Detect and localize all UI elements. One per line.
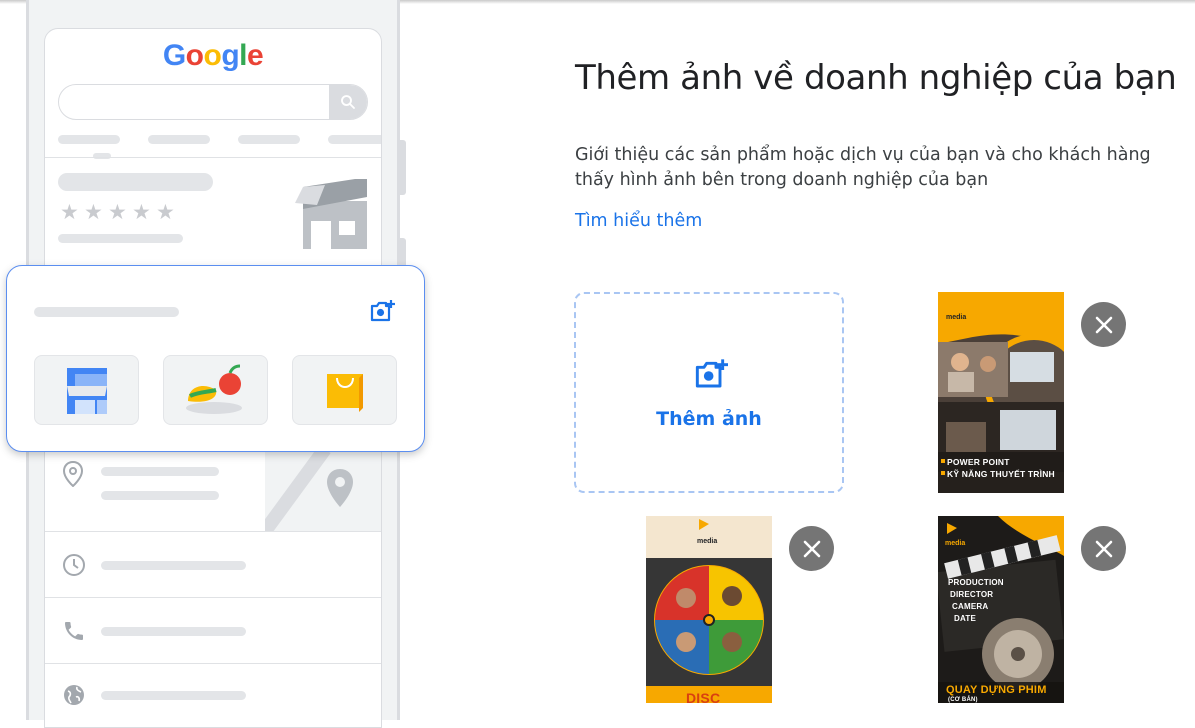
add-photo-button[interactable]: Thêm ảnh — [574, 292, 844, 493]
remove-photo-button[interactable] — [1081, 526, 1126, 571]
divider — [45, 597, 381, 598]
placeholder-bar — [101, 491, 219, 500]
add-photo-icon — [694, 358, 730, 395]
photo-card-illustration — [6, 265, 425, 452]
placeholder-bar — [58, 234, 183, 243]
shopping-bag-tile — [292, 355, 397, 425]
storefront-tile — [34, 355, 139, 425]
placeholder-bar — [238, 135, 300, 144]
close-icon — [1095, 316, 1112, 333]
divider — [45, 663, 381, 664]
food-tile — [163, 355, 268, 425]
star-icon: ★ — [132, 201, 151, 224]
placeholder-bar — [58, 173, 213, 191]
poster-caption: POWER POINT — [947, 457, 1010, 467]
placeholder-bar — [58, 135, 120, 144]
clock-icon — [62, 553, 86, 582]
mock-search-bar — [58, 84, 368, 120]
uploaded-photo[interactable]: media PRODUCTION DIRECTOR CAMERA DATE QU… — [938, 516, 1064, 703]
placeholder-bar — [101, 561, 246, 570]
page-description: Giới thiệu các sản phẩm hoặc dịch vụ của… — [575, 145, 1151, 190]
location-pin-icon — [62, 460, 84, 492]
remove-photo-button[interactable] — [1081, 302, 1126, 347]
star-icon: ★ — [156, 201, 175, 224]
close-icon — [1095, 540, 1112, 557]
poster-caption: DIRECTOR — [950, 590, 994, 599]
logo-letter: G — [162, 39, 186, 72]
search-icon — [329, 85, 367, 119]
uploaded-photo[interactable]: media DISC — [646, 516, 772, 703]
placeholder-bar — [101, 627, 246, 636]
map-pin-icon — [327, 469, 353, 507]
google-logo: Google — [45, 39, 381, 73]
divider — [45, 157, 381, 158]
uploaded-photo[interactable]: media POWER POINT KỸ NĂNG THUYẾT TRÌNH — [938, 292, 1064, 493]
learn-more-link[interactable]: Tìm hiểu thêm — [575, 211, 702, 231]
placeholder-bar — [101, 691, 246, 700]
poster-caption: QUAY DỰNG PHIM — [946, 684, 1047, 696]
globe-icon — [62, 683, 86, 712]
phone-side-button — [400, 140, 406, 195]
remove-photo-button[interactable] — [789, 526, 834, 571]
logo-letter: l — [239, 39, 247, 72]
poster-caption: DATE — [954, 614, 976, 623]
poster-brand: media — [945, 540, 966, 547]
close-icon — [803, 540, 820, 557]
storefront-icon — [295, 179, 371, 254]
map-thumbnail — [265, 449, 381, 531]
phone-icon — [62, 619, 86, 648]
placeholder-bar — [34, 307, 179, 317]
placeholder-bar — [148, 135, 210, 144]
page-title: Thêm ảnh về doanh nghiệp của bạn — [575, 58, 1177, 98]
logo-letter: g — [221, 39, 240, 72]
placeholder-bar — [328, 135, 381, 144]
placeholder-bar — [93, 153, 111, 159]
star-icon: ★ — [60, 201, 79, 224]
poster-caption: DISC — [686, 690, 721, 703]
logo-letter: e — [246, 39, 264, 72]
logo-letter: o — [185, 39, 204, 72]
star-icon: ★ — [108, 201, 127, 224]
logo-letter: o — [203, 39, 222, 72]
divider — [45, 531, 381, 532]
poster-caption: KỸ NĂNG THUYẾT TRÌNH — [947, 469, 1055, 479]
poster-caption: PRODUCTION — [948, 578, 1004, 587]
poster-caption: (CƠ BẢN) — [948, 697, 978, 703]
poster-caption: CAMERA — [952, 602, 989, 611]
poster-brand: media — [946, 314, 967, 321]
poster-brand: media — [697, 538, 718, 545]
add-photo-icon — [370, 299, 396, 328]
phone-illustration: Google ★ ★ ★ ★ ★ — [0, 0, 425, 728]
phone-side-button — [400, 238, 406, 268]
star-icon: ★ — [84, 201, 103, 224]
add-photo-label: Thêm ảnh — [656, 408, 762, 430]
placeholder-bar — [101, 467, 219, 476]
